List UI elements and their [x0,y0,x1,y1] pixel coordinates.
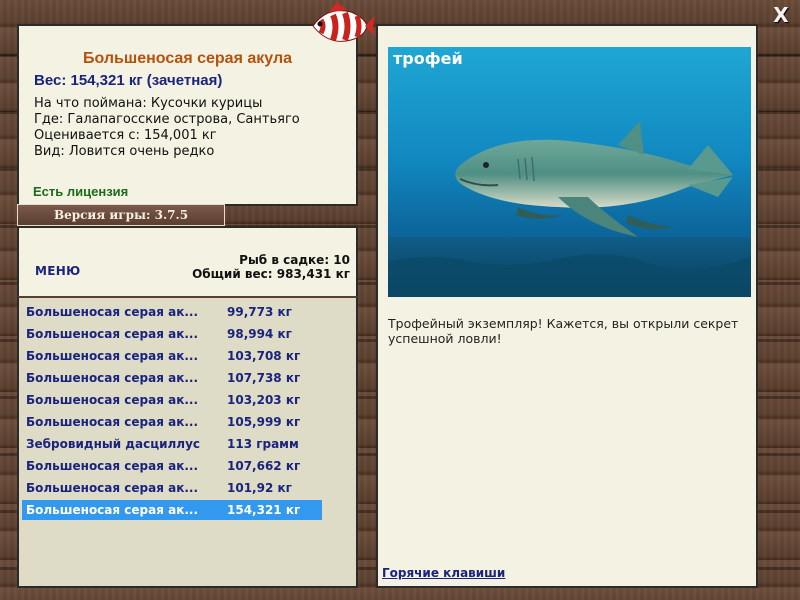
catch-list-item[interactable]: Большеносая серая ак... 99,773 кг [22,302,322,322]
catch-item-name: Большеносая серая ак... [26,371,199,385]
catch-list-item[interactable]: Большеносая серая ак... 98,994 кг [22,324,322,344]
catch-list-item[interactable]: Зебровидный дасциллус 113 грамм [22,434,322,454]
trophy-panel: трофей Трофейный экземпляр! Кажется, вы … [376,24,758,588]
striped-fish-icon [312,2,375,42]
bait-info: На что поймана: Кусочки курицы [34,96,263,111]
catch-item-weight: 98,994 кг [227,327,292,341]
catch-item-name: Большеносая серая ак... [26,415,199,429]
menu-button[interactable]: МЕНЮ [35,264,80,278]
catch-item-name: Большеносая серая ак... [26,349,199,363]
hotkeys-link[interactable]: Горячие клавиши [382,566,505,580]
fish-info-panel: Большеносая серая акула Вес: 154,321 кг … [17,24,358,206]
catch-list-item[interactable]: Большеносая серая ак... 154,321 кг [22,500,322,520]
catch-item-weight: 101,92 кг [227,481,292,495]
fish-weight: Вес: 154,321 кг (зачетная) [34,72,223,89]
version-label: Версия игры: 3.7.5 [17,204,225,226]
catch-item-name: Большеносая серая ак... [26,327,199,341]
catch-list-item[interactable]: Большеносая серая ак... 103,203 кг [22,390,322,410]
rarity-info: Вид: Ловится очень редко [34,144,215,159]
stats-panel: МЕНЮ Рыб в садке: 10 Общий вес: 983,431 … [17,226,358,296]
catch-item-name: Большеносая серая ак... [26,503,199,517]
catch-item-weight: 107,738 кг [227,371,301,385]
catch-list-item[interactable]: Большеносая серая ак... 103,708 кг [22,346,322,366]
catch-item-weight: 105,999 кг [227,415,301,429]
catch-item-name: Зебровидный дасциллус [26,437,201,451]
shark-image: трофей [388,47,751,297]
catch-item-weight: 103,708 кг [227,349,301,363]
catch-item-weight: 113 грамм [227,437,299,451]
shark-illustration [388,121,751,297]
catch-list-item[interactable]: Большеносая серая ак... 101,92 кг [22,478,322,498]
catch-item-weight: 154,321 кг [227,503,301,517]
catch-list: Большеносая серая ак... 99,773 кг Большено… [17,296,358,588]
catch-item-name: Большеносая серая ак... [26,393,199,407]
fish-count: Рыб в садке: 10 [239,253,350,267]
trophy-description: Трофейный экземпляр! Кажется, вы открыли… [388,316,739,346]
fish-title: Большеносая серая акула [82,50,292,67]
catch-item-name: Большеносая серая ак... [26,459,199,473]
catch-list-item[interactable]: Большеносая серая ак... 107,662 кг [22,456,322,476]
close-icon[interactable]: X [770,4,792,26]
catch-list-item[interactable]: Большеносая серая ак... 105,999 кг [22,412,322,432]
catch-item-weight: 99,773 кг [227,305,292,319]
catch-list-item[interactable]: Большеносая серая ак... 107,738 кг [22,368,322,388]
location-info: Где: Галапагосские острова, Сантьяго [34,112,300,127]
catch-item-weight: 107,662 кг [227,459,301,473]
rated-info: Оценивается с: 154,001 кг [34,128,217,143]
catch-item-name: Большеносая серая ак... [26,481,199,495]
license-status: Есть лицензия [33,184,129,199]
total-weight: Общий вес: 983,431 кг [192,267,350,281]
catch-item-weight: 103,203 кг [227,393,301,407]
trophy-label: трофей [393,49,463,68]
catch-item-name: Большеносая серая ак... [26,305,199,319]
